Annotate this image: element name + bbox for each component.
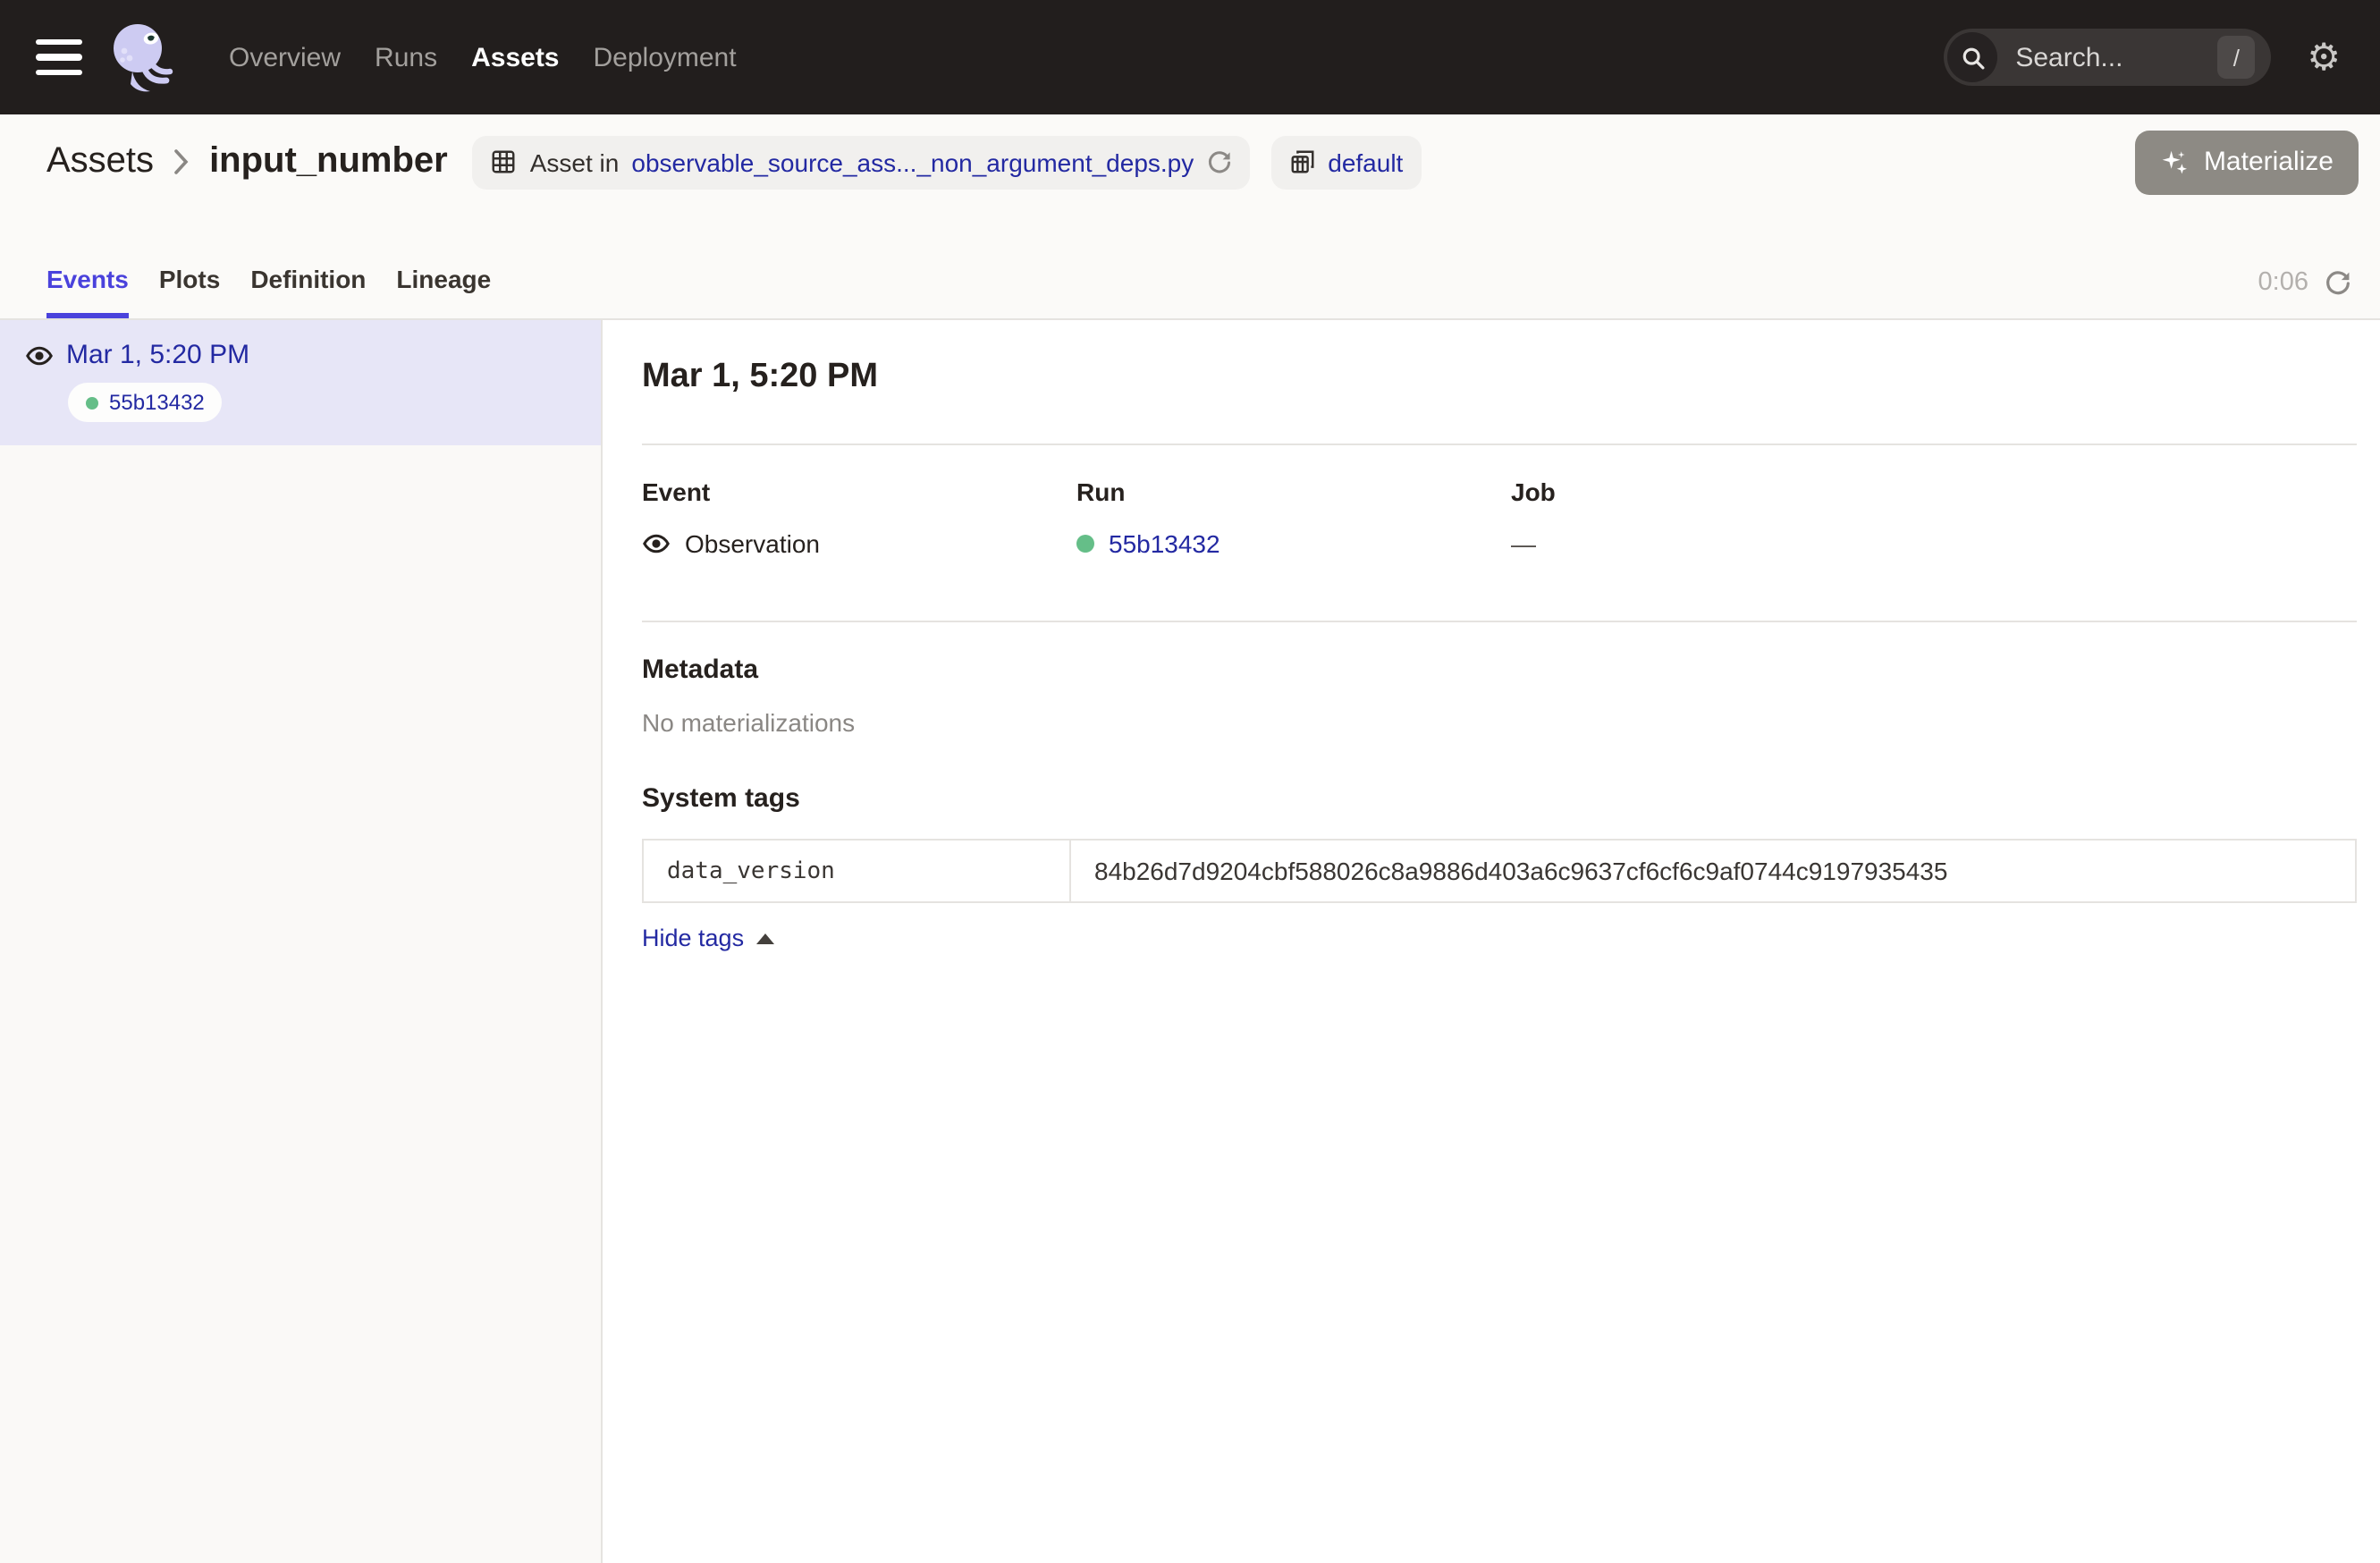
page-title: input_number (209, 141, 448, 182)
caret-up-icon (756, 933, 774, 943)
search-box[interactable]: / (1944, 29, 2271, 86)
system-tags-table: data_version 84b26d7d9204cbf588026c8a988… (642, 839, 2357, 903)
tab-events[interactable]: Events (46, 209, 129, 318)
event-type-text: Observation (685, 526, 820, 562)
refresh-countdown: 0:06 (2258, 268, 2308, 297)
tag-key-cell: data_version (644, 841, 1071, 901)
materialize-label: Materialize (2204, 147, 2334, 177)
run-chip-label: 55b13432 (109, 390, 205, 415)
observation-eye-icon (642, 529, 671, 558)
hide-tags-link[interactable]: Hide tags (642, 925, 774, 951)
system-tags-heading: System tags (642, 783, 2357, 815)
event-type-value: Observation (642, 526, 1076, 562)
chevron-right-icon (173, 148, 190, 175)
metadata-heading: Metadata (642, 655, 2357, 687)
dagster-logo-icon[interactable] (107, 18, 179, 97)
run-status-dot (1076, 535, 1094, 553)
reload-icon[interactable] (1206, 149, 1231, 174)
app-root: Overview Runs Assets Deployment / ⚙ Asse… (0, 0, 2380, 1563)
content-area: Mar 1, 5:20 PM 55b13432 Mar 1, 5:20 PM E… (0, 320, 2380, 1563)
materialize-button[interactable]: Materialize (2136, 130, 2359, 194)
run-status-dot (86, 396, 98, 409)
refresh-icon[interactable] (2325, 270, 2351, 297)
search-icon (1947, 32, 1997, 82)
job-column-label: Job (1511, 477, 2357, 508)
refresh-timer-cluster: 0:06 (2258, 209, 2351, 318)
divider (642, 621, 2357, 622)
octopus-logo-graphic (107, 18, 179, 97)
nav-links: Overview Runs Assets Deployment (225, 35, 740, 80)
run-value: 55b13432 (1076, 526, 1511, 562)
event-detail-title: Mar 1, 5:20 PM (642, 356, 2357, 397)
event-column-label: Event (642, 477, 1076, 508)
hamburger-menu-icon[interactable] (36, 39, 82, 75)
tab-plots[interactable]: Plots (159, 209, 220, 318)
asset-file-link[interactable]: observable_source_ass..._non_argument_de… (631, 148, 1194, 176)
code-location-pill[interactable]: default (1270, 135, 1421, 189)
event-meta-values: Observation 55b13432 — (642, 526, 2357, 562)
event-list-item-selected[interactable]: Mar 1, 5:20 PM 55b13432 (0, 320, 601, 445)
asset-definition-pill[interactable]: Asset in observable_source_ass..._non_ar… (473, 135, 1250, 189)
observation-eye-icon (25, 341, 54, 369)
table-grid-icon (491, 148, 518, 175)
code-location-link[interactable]: default (1328, 148, 1403, 176)
gear-icon[interactable]: ⚙ (2307, 38, 2341, 76)
event-timestamp-link[interactable]: Mar 1, 5:20 PM (66, 340, 249, 370)
job-value: — (1511, 526, 2357, 562)
job-empty-dash: — (1511, 526, 1536, 562)
search-shortcut-badge: / (2217, 36, 2255, 79)
sparkle-icon (2161, 148, 2190, 176)
divider (642, 444, 2357, 445)
event-meta-labels: Event Run Job (642, 477, 2357, 508)
breadcrumb: Assets input_number Asset in observable_… (0, 114, 2380, 209)
nav-link-overview[interactable]: Overview (225, 35, 344, 80)
run-id-chip[interactable]: 55b13432 (68, 383, 223, 422)
run-column-label: Run (1076, 477, 1511, 508)
search-input[interactable] (2012, 40, 2182, 74)
nav-link-assets[interactable]: Assets (468, 35, 562, 80)
asset-pill-prefix: Asset in (530, 148, 620, 176)
tab-definition[interactable]: Definition (250, 209, 366, 318)
breadcrumb-assets-link[interactable]: Assets (46, 141, 154, 182)
tab-lineage[interactable]: Lineage (396, 209, 491, 318)
nav-link-deployment[interactable]: Deployment (590, 35, 740, 80)
nav-right-cluster: / ⚙ (1944, 29, 2341, 86)
hide-tags-label: Hide tags (642, 925, 744, 951)
top-nav: Overview Runs Assets Deployment / ⚙ (0, 0, 2380, 114)
run-id-link[interactable]: 55b13432 (1109, 526, 1220, 562)
asset-tabs: Events Plots Definition Lineage 0:06 (0, 209, 2380, 318)
nav-link-runs[interactable]: Runs (371, 35, 441, 80)
event-detail-panel: Mar 1, 5:20 PM Event Run Job Observation (603, 320, 2380, 1563)
event-list-sidebar: Mar 1, 5:20 PM 55b13432 (0, 320, 603, 1563)
workspace-grid-icon (1288, 148, 1315, 175)
asset-header-band: Assets input_number Asset in observable_… (0, 114, 2380, 320)
metadata-empty-text: No materializations (642, 708, 2357, 739)
tag-value-cell: 84b26d7d9204cbf588026c8a9886d403a6c9637c… (1071, 841, 2355, 901)
